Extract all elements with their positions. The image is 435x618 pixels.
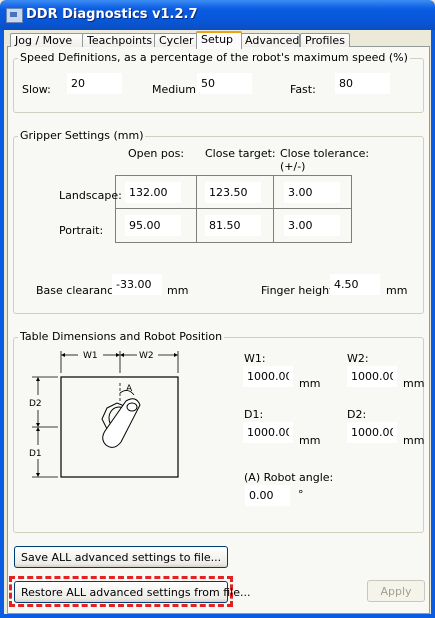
landscape-close-target-input[interactable]: [205, 182, 261, 203]
save-settings-button[interactable]: Save ALL advanced settings to file...: [14, 546, 228, 568]
portrait-close-target-input[interactable]: [205, 215, 261, 236]
window-frame-bottom: [0, 614, 435, 618]
base-clearance-input[interactable]: [112, 274, 162, 295]
d2-unit: mm: [403, 434, 425, 447]
restore-settings-button[interactable]: Restore ALL advanced settings from file.…: [14, 581, 250, 603]
landscape-label: Landscape:: [59, 189, 122, 202]
d2-input[interactable]: [347, 422, 397, 443]
w2-input[interactable]: [347, 366, 397, 387]
d1-input[interactable]: [243, 422, 293, 443]
diagram-w2-label: W2: [139, 351, 154, 361]
w2-unit: mm: [403, 377, 425, 390]
robot-angle-input[interactable]: [245, 485, 290, 506]
w1-input[interactable]: [243, 366, 293, 387]
base-clearance-label: Base clearance:: [36, 284, 124, 297]
d1-unit: mm: [299, 434, 321, 447]
speed-group-title: Speed Definitions, as a percentage of th…: [18, 51, 410, 64]
close-tolerance-header: Close tolerance:: [280, 147, 370, 160]
finger-height-unit: mm: [386, 284, 408, 297]
table-group-title: Table Dimensions and Robot Position: [18, 330, 225, 343]
table-diagram: W1 W2 D2 D1 A: [29, 351, 179, 478]
tab-advanced[interactable]: Advanced: [240, 33, 300, 47]
medium-speed-input[interactable]: [197, 73, 252, 94]
w2-label: W2:: [347, 352, 369, 365]
tab-profiles[interactable]: Profiles: [300, 33, 350, 47]
medium-label: Medium:: [152, 83, 200, 96]
apply-button[interactable]: Apply: [367, 580, 425, 602]
diagram-d1-label: D1: [29, 449, 42, 459]
slow-speed-input[interactable]: [67, 73, 122, 94]
open-pos-header: Open pos:: [128, 147, 185, 160]
landscape-tolerance-input[interactable]: [284, 182, 340, 203]
finger-height-label: Finger height:: [261, 284, 338, 297]
portrait-label: Portrait:: [59, 224, 104, 237]
gripper-group-title: Gripper Settings (mm): [18, 129, 146, 142]
dimension-arrows: [36, 353, 178, 477]
tab-jog-move[interactable]: Jog / Move: [10, 33, 84, 47]
window-title: DDR Diagnostics v1.2.7: [26, 7, 198, 22]
robot-angle-unit: °: [298, 488, 304, 501]
robot-icon: [101, 398, 141, 448]
robot-angle-label: (A) Robot angle:: [244, 471, 334, 484]
diagram-w1-label: W1: [83, 351, 98, 361]
fast-speed-input[interactable]: [335, 73, 390, 94]
d2-label: D2:: [347, 408, 367, 421]
window-frame-right: [431, 30, 435, 618]
slow-label: Slow:: [22, 83, 51, 96]
close-tolerance-subheader: (+/-): [280, 160, 306, 173]
app-icon: [6, 8, 23, 23]
diagram-d2-label: D2: [29, 399, 42, 409]
portrait-tolerance-input[interactable]: [284, 215, 340, 236]
dimension-lines: [32, 351, 179, 478]
w1-unit: mm: [299, 377, 321, 390]
finger-height-input[interactable]: [330, 274, 380, 295]
close-target-header: Close target:: [205, 147, 276, 160]
w1-label: W1:: [244, 352, 266, 365]
portrait-open-input[interactable]: [125, 215, 181, 236]
fast-label: Fast:: [290, 83, 316, 96]
landscape-open-input[interactable]: [125, 182, 181, 203]
tab-setup[interactable]: Setup: [196, 31, 242, 49]
window-frame-left: [0, 30, 4, 618]
tab-teachpoints[interactable]: Teachpoints: [82, 33, 156, 47]
diagram-angle-label: A: [126, 384, 133, 394]
tab-cycler[interactable]: Cycler: [154, 33, 200, 47]
base-clearance-unit: mm: [167, 284, 189, 297]
d1-label: D1:: [244, 408, 264, 421]
